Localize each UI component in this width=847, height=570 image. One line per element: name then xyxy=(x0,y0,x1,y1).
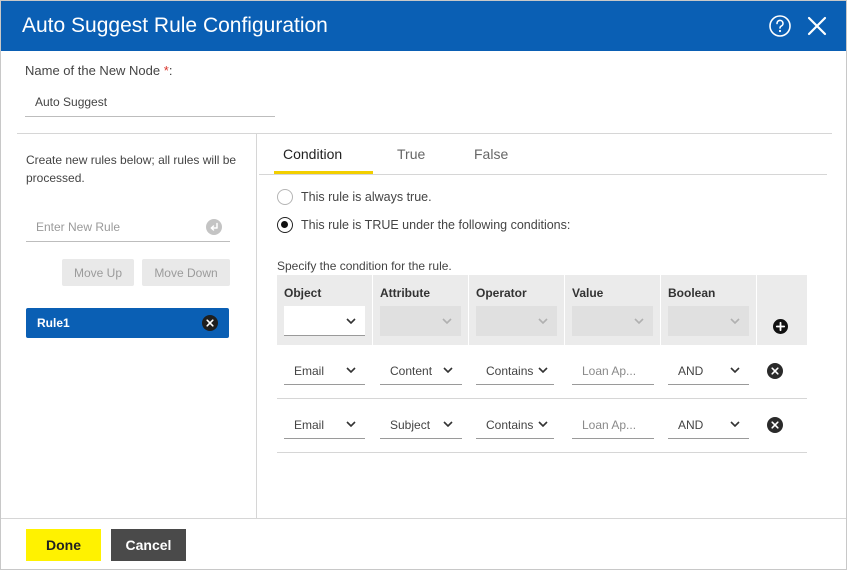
dialog-header: Auto Suggest Rule Configuration xyxy=(1,1,846,51)
value-select xyxy=(572,306,653,336)
always-true-radio[interactable] xyxy=(277,189,293,205)
chevron-down-icon xyxy=(443,367,453,373)
column-header-object: Object xyxy=(284,286,322,300)
condition-table-header: Object Attribute Operator Value Boolean xyxy=(277,275,807,345)
operator-select xyxy=(476,306,557,336)
cancel-button[interactable]: Cancel xyxy=(111,529,186,561)
node-name-input[interactable] xyxy=(25,87,275,117)
move-up-button[interactable]: Move Up xyxy=(62,259,134,286)
object-select[interactable] xyxy=(284,306,365,336)
conditional-radio[interactable] xyxy=(277,217,293,233)
tab-true[interactable]: True xyxy=(397,146,425,162)
boolean-select[interactable]: AND xyxy=(668,411,749,439)
rule-label: Rule1 xyxy=(37,316,70,330)
condition-value: Loan Ap... xyxy=(582,418,637,432)
attribute-select[interactable]: Subject xyxy=(380,411,462,439)
enter-icon[interactable] xyxy=(206,219,222,235)
node-name-label: Name of the New Node *: xyxy=(25,63,173,78)
object-value: Email xyxy=(294,418,325,432)
object-select[interactable]: Email xyxy=(284,411,365,439)
boolean-select[interactable]: AND xyxy=(668,357,749,385)
condition-value: Loan Ap... xyxy=(582,364,637,378)
chevron-down-icon xyxy=(538,367,548,373)
move-down-button[interactable]: Move Down xyxy=(142,259,230,286)
tab-bar-line xyxy=(259,174,827,175)
conditional-label: This rule is TRUE under the following co… xyxy=(301,218,571,232)
boolean-value: AND xyxy=(678,364,704,378)
column-separator xyxy=(372,275,373,345)
conditional-option[interactable]: This rule is TRUE under the following co… xyxy=(277,216,570,234)
attribute-value: Content xyxy=(390,364,433,378)
attribute-select[interactable]: Content xyxy=(380,357,462,385)
condition-row: Email Subject Contains Loan Ap... AND xyxy=(277,399,807,453)
always-true-option[interactable]: This rule is always true. xyxy=(277,188,432,206)
column-separator xyxy=(468,275,469,345)
rule-list-item[interactable]: Rule1 xyxy=(26,308,229,338)
chevron-down-icon xyxy=(634,318,644,324)
rules-help-text: Create new rules below; all rules will b… xyxy=(26,153,237,185)
object-select[interactable]: Email xyxy=(284,357,365,385)
column-separator xyxy=(660,275,661,345)
chevron-down-icon xyxy=(730,367,740,373)
panel-divider xyxy=(256,134,257,518)
help-icon[interactable] xyxy=(769,15,791,37)
remove-rule-icon[interactable] xyxy=(202,315,218,331)
done-button[interactable]: Done xyxy=(26,529,101,561)
always-true-label: This rule is always true. xyxy=(301,190,432,204)
chevron-down-icon xyxy=(730,318,740,324)
add-condition-icon[interactable] xyxy=(773,319,788,334)
column-header-boolean: Boolean xyxy=(668,286,716,300)
boolean-select xyxy=(668,306,749,336)
column-header-value: Value xyxy=(572,286,604,300)
column-header-attribute: Attribute xyxy=(380,286,430,300)
chevron-down-icon xyxy=(346,318,356,324)
column-header-operator: Operator xyxy=(476,286,527,300)
required-mark: * xyxy=(163,63,169,78)
footer-divider xyxy=(1,518,846,519)
boolean-value: AND xyxy=(678,418,704,432)
object-value: Email xyxy=(294,364,325,378)
column-separator xyxy=(564,275,565,345)
chevron-down-icon xyxy=(442,318,452,324)
value-input[interactable]: Loan Ap... xyxy=(572,411,654,439)
chevron-down-icon xyxy=(538,421,548,427)
new-rule-input[interactable] xyxy=(26,212,230,242)
chevron-down-icon xyxy=(346,421,356,427)
chevron-down-icon xyxy=(730,421,740,427)
remove-condition-icon[interactable] xyxy=(767,417,783,433)
section-divider xyxy=(17,133,832,134)
column-separator xyxy=(756,275,757,345)
condition-row: Email Content Contains Loan Ap... AND xyxy=(277,345,807,399)
chevron-down-icon xyxy=(346,367,356,373)
operator-select[interactable]: Contains xyxy=(476,411,554,439)
rule-configuration-dialog: Auto Suggest Rule Configuration Name of … xyxy=(0,0,847,570)
operator-value: Contains xyxy=(486,418,534,432)
close-icon[interactable] xyxy=(807,16,827,36)
condition-spec-label: Specify the condition for the rule. xyxy=(277,259,452,273)
dialog-title: Auto Suggest Rule Configuration xyxy=(22,14,328,37)
chevron-down-icon xyxy=(538,318,548,324)
tab-condition[interactable]: Condition xyxy=(283,146,342,162)
remove-condition-icon[interactable] xyxy=(767,363,783,379)
chevron-down-icon xyxy=(443,421,453,427)
operator-select[interactable]: Contains xyxy=(476,357,554,385)
attribute-select xyxy=(380,306,461,336)
node-name-label-text: Name of the New Node xyxy=(25,63,161,78)
value-input[interactable]: Loan Ap... xyxy=(572,357,654,385)
attribute-value: Subject xyxy=(390,418,431,432)
tab-false[interactable]: False xyxy=(474,146,508,162)
operator-value: Contains xyxy=(486,364,534,378)
